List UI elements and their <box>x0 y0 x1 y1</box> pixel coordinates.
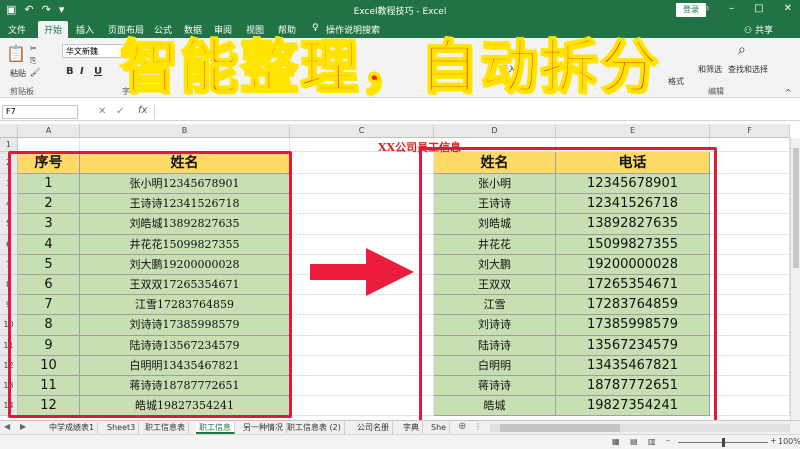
right-arrow-icon <box>310 248 414 296</box>
sort-filter-button[interactable]: 和筛选 <box>698 64 722 75</box>
next-sheet-icon[interactable]: ▶ <box>20 422 26 431</box>
page-break-view-icon[interactable]: ▥ <box>648 437 656 446</box>
grid-cell[interactable] <box>18 138 80 152</box>
grid-cell[interactable] <box>710 275 790 296</box>
grid-cell[interactable] <box>290 376 434 397</box>
find-icon[interactable]: ⌕ <box>738 42 746 58</box>
grid-cell[interactable] <box>710 295 790 316</box>
grid-cell[interactable] <box>290 194 434 215</box>
zoom-out-icon[interactable]: – <box>666 436 670 445</box>
grid-cell[interactable] <box>710 194 790 215</box>
function-icon[interactable]: fx <box>138 105 147 116</box>
tab-insert[interactable]: 插入 <box>76 23 94 36</box>
paste-button[interactable]: 粘贴 <box>10 68 26 79</box>
grid-cell[interactable] <box>710 138 790 152</box>
sheet-tabs-bar: ◀ ▶ 中学成绩表1 Sheet3 职工信息表 职工信息 另一种情况 职工信息表 (2) 公… <box>0 420 800 434</box>
share-icon: ⚇ <box>744 26 753 36</box>
name-box[interactable]: F7 <box>2 105 78 119</box>
formula-input[interactable] <box>154 105 796 119</box>
page-layout-view-icon[interactable]: ▤ <box>630 437 638 446</box>
grid-cell[interactable] <box>290 335 434 356</box>
italic-button[interactable]: I <box>80 66 84 77</box>
paste-icon[interactable]: 📋 <box>6 44 26 63</box>
sheet-tab[interactable]: Sheet3 <box>104 422 140 434</box>
close-icon[interactable]: ✕ <box>784 3 792 14</box>
zoom-in-icon[interactable]: + <box>770 436 777 445</box>
grid-cell[interactable] <box>710 234 790 255</box>
source-highlight-box <box>8 151 292 418</box>
result-highlight-box <box>419 147 717 433</box>
grid-cell[interactable] <box>710 376 790 397</box>
title-bar: ▣ ↶ ↷ ▾ Excel教程技巧 - Excel 登录 ▭ – □ ✕ <box>0 0 800 20</box>
maximize-icon[interactable]: □ <box>754 3 763 14</box>
grid-cell[interactable] <box>290 152 434 174</box>
column-header-c[interactable]: C <box>290 124 434 138</box>
cut-icon[interactable]: ✂ <box>30 44 37 53</box>
format-button[interactable]: 格式 <box>668 76 684 87</box>
column-header-e[interactable]: E <box>556 124 710 138</box>
sheet-tab[interactable]: 职工信息表 (2) <box>284 422 345 434</box>
collapse-ribbon-icon[interactable]: ^ <box>785 88 792 97</box>
horizontal-scrollbar[interactable] <box>490 424 790 432</box>
sheet-tab[interactable]: 职工信息 <box>196 422 235 434</box>
grid-cell[interactable] <box>290 174 434 195</box>
ribbon-display-icon[interactable]: ▭ <box>700 3 709 14</box>
normal-view-icon[interactable]: ▦ <box>612 437 620 446</box>
scrollbar-thumb[interactable] <box>793 148 799 268</box>
horizontal-scrollbar-thumb[interactable] <box>500 424 620 432</box>
cancel-icon[interactable]: ✕ <box>98 106 106 117</box>
grid-cell[interactable] <box>290 396 434 417</box>
column-header-a[interactable]: A <box>18 124 80 138</box>
grid-cell[interactable] <box>710 355 790 376</box>
grid-cell[interactable] <box>710 152 790 174</box>
grid-cell[interactable] <box>710 335 790 356</box>
grid-cell[interactable] <box>290 214 434 235</box>
more-sheets-icon[interactable]: ⋮ <box>474 422 482 431</box>
sheet-tab[interactable]: 职工信息表 <box>142 422 189 434</box>
grid-cell[interactable] <box>290 355 434 376</box>
enter-icon[interactable]: ✓ <box>116 106 124 117</box>
select-all-corner[interactable] <box>0 124 18 138</box>
grid-cell[interactable] <box>710 214 790 235</box>
minimize-icon[interactable]: – <box>729 3 734 14</box>
column-header-b[interactable]: B <box>80 124 290 138</box>
tab-file[interactable]: 文件 <box>8 23 26 36</box>
sheet-tab[interactable]: 中学成绩表1 <box>46 422 99 434</box>
grid-cell[interactable] <box>710 396 790 417</box>
bold-button[interactable]: B <box>66 66 74 77</box>
column-header-d[interactable]: D <box>434 124 556 138</box>
zoom-slider[interactable] <box>678 438 768 447</box>
add-sheet-icon[interactable]: ⊕ <box>458 421 466 432</box>
grid-cell[interactable] <box>290 295 434 316</box>
grid-cell[interactable] <box>710 254 790 275</box>
editing-group-label: 编辑 <box>708 87 724 96</box>
window-controls: ▭ – □ ✕ <box>700 3 792 14</box>
zoom-level[interactable]: 100% <box>778 437 800 446</box>
row-header-1[interactable]: 1 <box>0 138 18 152</box>
lightbulb-icon: ♀ <box>312 23 319 33</box>
zoom-slider-thumb[interactable] <box>722 438 725 447</box>
status-bar: ▦ ▤ ▥ – + 100% <box>0 434 800 449</box>
formula-bar: F7 ✕ ✓ fx <box>0 103 800 121</box>
sheet-tab[interactable]: She <box>428 422 451 434</box>
overlay-caption: 智能整理，自动拆分 <box>119 33 661 101</box>
copy-icon[interactable]: ⎘ <box>30 56 36 66</box>
prev-sheet-icon[interactable]: ◀ <box>4 422 10 431</box>
sheet-tab[interactable]: 字典 <box>400 422 423 434</box>
grid-cell[interactable] <box>80 138 290 152</box>
clipboard-group-label: 剪贴板 <box>10 87 34 96</box>
underline-button[interactable]: U <box>94 66 102 77</box>
tab-home[interactable]: 开始 <box>38 21 69 38</box>
format-painter-icon[interactable]: 🖌 <box>30 68 40 77</box>
grid-cell[interactable] <box>710 315 790 336</box>
column-header-f[interactable]: F <box>710 124 790 138</box>
find-select-button[interactable]: 查找和选择 <box>728 64 768 75</box>
share-label: 共享 <box>754 26 773 36</box>
grid-cell[interactable] <box>710 174 790 195</box>
grid-cell[interactable] <box>290 315 434 336</box>
sheet-tab[interactable]: 公司名册 <box>354 422 393 434</box>
sheet-tab[interactable]: 另一种情况 <box>240 422 287 434</box>
share-button[interactable]: ⚇ 共享 <box>744 23 773 36</box>
vertical-scrollbar[interactable] <box>790 138 800 420</box>
